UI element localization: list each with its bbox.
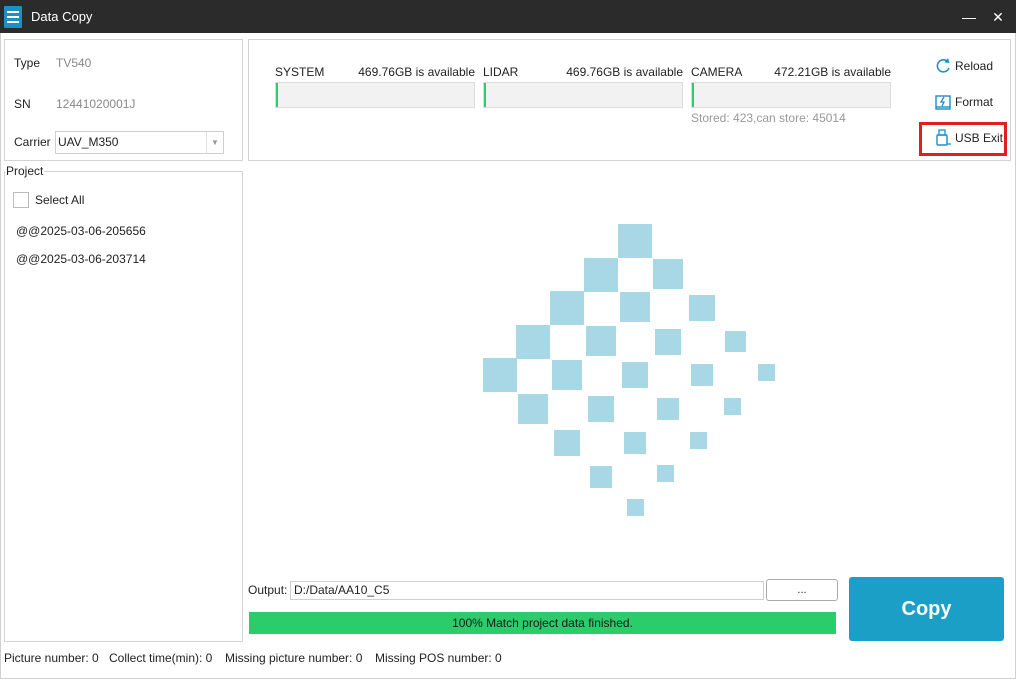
storage-available-lidar: 469.76GB is available [566,65,683,79]
project-legend: Project [5,164,45,178]
storage-available-camera: 472.21GB is available [774,65,891,79]
sn-value: 12441020001J [56,97,136,111]
stored-count-text: Stored: 423,can store: 45014 [691,111,846,125]
collect-time-status: Collect time(min): 0 [109,651,213,665]
carrier-select-value: UAV_M350 [58,135,119,149]
progress-text: 100% Match project data finished. [452,616,633,630]
storage-bar-lidar [483,82,683,108]
title-bar: Data Copy — ✕ [0,0,1016,33]
output-label: Output: [248,583,288,597]
usb-exit-highlight-box [919,122,1007,156]
carrier-label: Carrier [14,135,51,149]
copy-button[interactable]: Copy [849,577,1004,641]
minimize-button[interactable]: — [959,7,979,27]
sn-label: SN [14,97,31,111]
type-label: Type [14,56,41,70]
storage-bar-fill [276,83,278,107]
missing-pos-status: Missing POS number: 0 [375,651,502,665]
browse-button[interactable]: ... [766,579,838,601]
storage-name-camera: CAMERA [691,65,743,79]
output-path-value: D:/Data/AA10_C5 [294,583,390,597]
select-all-checkbox[interactable] [13,192,29,208]
storage-bar-camera [691,82,891,108]
storage-bar-system [275,82,475,108]
carrier-select[interactable]: UAV_M350 ▼ [55,131,224,154]
picture-number-status: Picture number: 0 [4,651,99,665]
reload-icon [936,58,950,73]
close-button[interactable]: ✕ [988,7,1008,27]
storage-name-system: SYSTEM [275,65,325,79]
select-all-label[interactable]: Select All [35,193,84,207]
format-label: Format [955,95,994,109]
storage-available-system: 469.76GB is available [358,65,475,79]
progress-bar: 100% Match project data finished. [249,612,836,634]
window-title: Data Copy [31,9,93,24]
project-panel [4,171,243,642]
storage-bar-fill [484,83,486,107]
storage-name-lidar: LIDAR [483,65,519,79]
chevron-down-icon[interactable]: ▼ [206,132,223,153]
project-item[interactable]: @@2025-03-06-203714 [16,252,146,266]
format-icon [935,95,951,110]
storage-bar-fill [692,83,694,107]
output-path-field[interactable]: D:/Data/AA10_C5 [290,581,764,600]
app-icon [4,6,22,28]
project-item[interactable]: @@2025-03-06-205656 [16,224,146,238]
missing-picture-status: Missing picture number: 0 [225,651,363,665]
type-value: TV540 [56,56,92,70]
reload-label: Reload [955,59,994,73]
